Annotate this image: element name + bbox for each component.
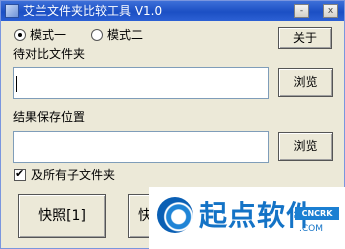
result-location-browse-button[interactable]: 浏览 <box>278 132 333 161</box>
include-subfolders-label: 及所有子文件夹 <box>31 168 116 182</box>
app-icon <box>5 4 19 18</box>
about-button[interactable]: 关于 <box>278 27 332 49</box>
result-location-input[interactable] <box>13 131 269 163</box>
app-window: 艾兰文件夹比较工具 V1.0 - x 模式一 模式二 关于 待对比文件夹 浏览 … <box>0 0 345 249</box>
compare-folder-label: 待对比文件夹 <box>13 47 86 61</box>
radio-selected-dot <box>18 33 22 37</box>
text-caret <box>16 76 17 92</box>
window-title: 艾兰文件夹比较工具 V1.0 <box>23 4 163 18</box>
watermark: 起点软件 CNCRK .COM <box>149 187 345 249</box>
include-subfolders-checkbox[interactable]: ✔ <box>14 167 26 181</box>
minimize-button[interactable]: - <box>294 4 309 18</box>
result-location-label: 结果保存位置 <box>13 110 86 124</box>
mode-one-radio[interactable] <box>14 29 26 41</box>
mode-two-label: 模式二 <box>107 28 144 42</box>
compare-folder-browse-button[interactable]: 浏览 <box>278 68 333 97</box>
compare-folder-input[interactable] <box>13 67 269 99</box>
snapshot-one-button[interactable]: 快照[1] <box>18 194 106 238</box>
mode-one-label: 模式一 <box>30 28 67 42</box>
check-mark-icon: ✔ <box>15 167 25 180</box>
title-bar[interactable]: 艾兰文件夹比较工具 V1.0 - x <box>1 1 344 21</box>
watermark-badge: CNCRK <box>295 207 339 220</box>
watermark-url: .COM <box>299 224 323 234</box>
watermark-logo-icon <box>157 197 193 233</box>
close-button[interactable]: x <box>323 4 338 18</box>
mode-two-radio[interactable] <box>91 29 103 41</box>
